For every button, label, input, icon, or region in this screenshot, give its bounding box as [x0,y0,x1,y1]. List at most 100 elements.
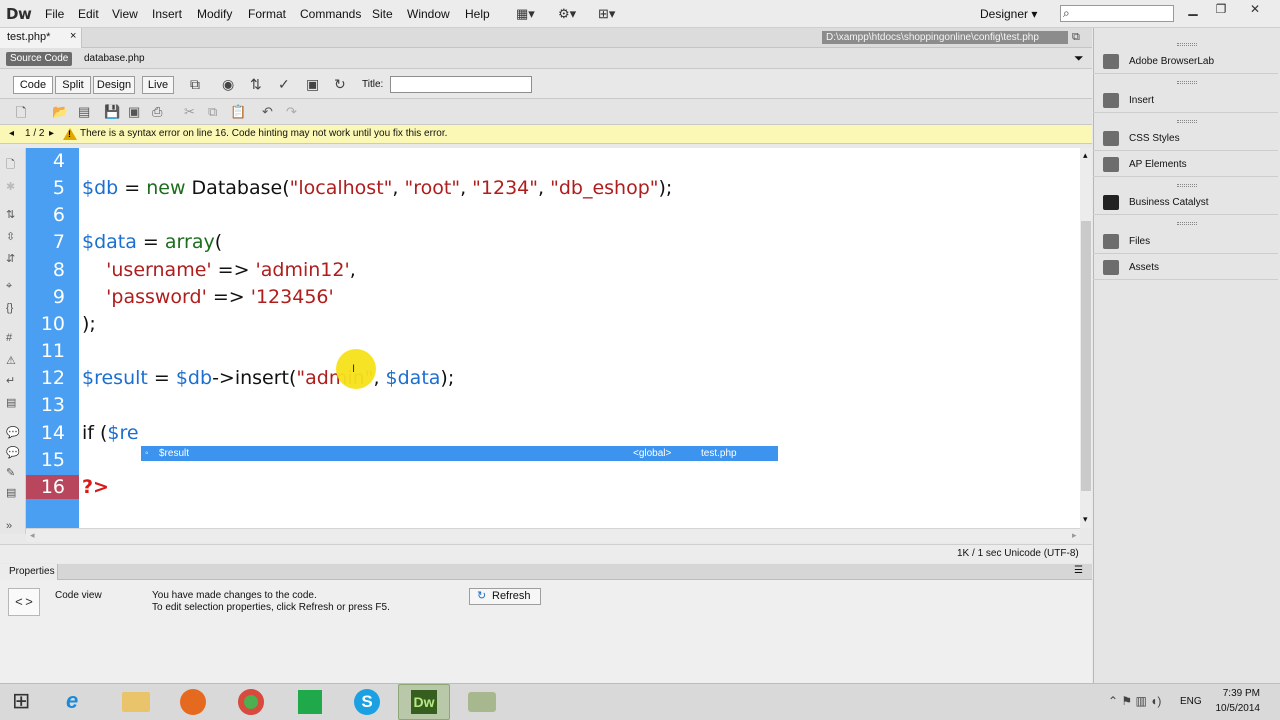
panel-grip[interactable] [1177,184,1197,187]
scroll-up-icon[interactable]: ▴ [1083,150,1088,161]
more-tools-icon[interactable]: » [6,520,12,532]
previous-error-icon[interactable]: ◂ [9,128,14,139]
expand-all-icon[interactable]: ⇵ [6,252,15,265]
close-tab-icon[interactable]: × [70,30,76,42]
extend-icon[interactable]: ⚙▾ [558,6,576,22]
menu-view[interactable]: View [112,7,138,21]
next-error-icon[interactable]: ▸ [49,128,54,139]
clock-date[interactable]: 10/5/2014 [1208,703,1261,714]
live-view-button[interactable]: Live [142,76,174,94]
open-icon[interactable]: 📂 [52,104,68,120]
remove-comment-icon[interactable]: 💬 [6,446,20,459]
firefox-icon[interactable] [168,684,220,720]
chrome-icon[interactable] [226,684,278,720]
clock-time[interactable]: 7:39 PM [1216,688,1260,699]
restore-doc-icon[interactable]: ⧉ [1072,31,1080,44]
save-icon[interactable]: 💾 [104,104,120,120]
close-window-button[interactable]: ✕ [1242,2,1268,18]
code-editor[interactable] [79,148,1080,528]
panel-grip[interactable] [1177,120,1197,123]
undo-icon[interactable]: ↶ [262,104,273,120]
refresh-button[interactable]: ↻ Refresh [469,588,541,605]
source-code-button[interactable]: Source Code [6,52,73,66]
print-icon[interactable]: ⎙ [152,104,162,120]
panel-css-styles[interactable]: CSS Styles [1093,126,1278,151]
open-documents-icon[interactable]: 🗋 [6,156,15,175]
tray-icons[interactable]: ⌃ ⚑ ▥ ◖) [1108,694,1161,708]
layout-icon[interactable]: ▦▾ [516,6,535,22]
select-parent-tag-icon[interactable]: ⌖ [6,280,12,293]
menu-modify[interactable]: Modify [197,7,232,21]
scroll-left-icon[interactable]: ◂ [30,530,35,541]
redo-icon[interactable]: ↷ [286,104,297,120]
file-explorer-icon[interactable] [110,684,162,720]
menu-format[interactable]: Format [248,7,286,21]
panel-adobe-browserlab[interactable]: Adobe BrowserLab [1093,49,1278,74]
w3c-validation-icon[interactable]: ✓ [278,76,290,93]
save-all-icon[interactable]: ▣ [128,104,140,120]
code-hint-popup[interactable]: ◦ $result <global> test.php [141,446,778,461]
panel-business-catalyst[interactable]: Business Catalyst [1093,190,1278,215]
menu-site[interactable]: Site [372,7,393,21]
skype-icon[interactable]: S [342,684,394,720]
panel-grip[interactable] [1177,81,1197,84]
show-code-navigator-icon[interactable]: ✱ [6,180,15,193]
panel-insert[interactable]: Insert [1093,88,1278,113]
collapse-selection-icon[interactable]: ⇳ [6,230,15,243]
refresh-design-icon[interactable]: ↻ [334,76,346,93]
collapse-tag-icon[interactable]: ⇅ [6,208,15,221]
panel-files[interactable]: Files [1093,229,1278,254]
panel-menu-icon[interactable]: ☰ [1074,565,1083,576]
workspace-switcher[interactable]: Designer ▾ [980,7,1037,21]
code-view-button[interactable]: Code [13,76,53,94]
help-search-input[interactable]: ⌕ [1060,5,1174,22]
title-input[interactable] [390,76,532,93]
paste-icon[interactable]: 📋 [230,104,246,120]
line-numbers-icon[interactable]: # [6,332,12,344]
wrap-tag-icon[interactable]: ✎ [6,466,15,479]
dreamweaver-taskbar-icon[interactable]: Dw [398,684,450,720]
cut-icon[interactable]: ✂ [184,104,195,120]
copy-icon[interactable]: ⧉ [208,104,217,120]
split-view-button[interactable]: Split [55,76,91,94]
preview-browser-icon[interactable]: ◉ [222,76,234,93]
maximize-button[interactable]: ❐ [1208,2,1234,18]
related-file-database[interactable]: database.php [84,53,145,64]
horizontal-scrollbar[interactable] [26,528,1080,542]
apply-comment-icon[interactable]: 💬 [6,426,20,439]
app-taskbar-icon[interactable] [456,684,508,720]
balance-braces-icon[interactable]: {} [6,302,13,314]
menu-insert[interactable]: Insert [152,7,182,21]
language-indicator[interactable]: ENG [1180,696,1202,707]
scroll-down-icon[interactable]: ▾ [1083,514,1088,525]
tab-test-php[interactable]: test.php* × [0,28,82,48]
store-icon[interactable] [284,684,336,720]
menu-file[interactable]: File [45,7,64,21]
syntax-coloring-icon[interactable]: ▤ [6,396,16,409]
filter-icon[interactable]: ⏷ [1074,51,1084,66]
minimize-button[interactable]: ▁ [1180,2,1206,18]
panel-assets[interactable]: Assets [1093,255,1278,280]
panel-ap-elements[interactable]: AP Elements [1093,152,1278,177]
multiscreen-icon[interactable]: ⧉ [190,76,200,93]
site-icon[interactable]: ⊞▾ [598,6,615,22]
menu-edit[interactable]: Edit [78,7,99,21]
vertical-scroll-thumb[interactable] [1081,221,1091,491]
panel-grip[interactable] [1177,222,1197,225]
file-management-icon[interactable]: ⇅ [250,76,262,93]
bridge-icon[interactable]: ▤ [78,104,90,120]
menu-commands[interactable]: Commands [300,7,361,21]
internet-explorer-icon[interactable]: e [52,684,104,720]
design-view-button[interactable]: Design [93,76,135,94]
word-wrap-icon[interactable]: ↵ [6,374,15,387]
tab-properties[interactable]: Properties [0,564,58,580]
start-button-icon[interactable]: ⊞ [12,688,30,714]
highlight-invalid-icon[interactable]: ⚠ [6,354,16,367]
panel-grip[interactable] [1177,43,1197,46]
recent-snippets-icon[interactable]: ▤ [6,486,16,499]
scroll-right-icon[interactable]: ▸ [1072,530,1077,541]
menu-help[interactable]: Help [465,7,490,21]
visual-aids-icon[interactable]: ▣ [306,76,319,93]
menu-window[interactable]: Window [407,7,450,21]
new-document-icon[interactable]: 🗋 [16,104,26,126]
